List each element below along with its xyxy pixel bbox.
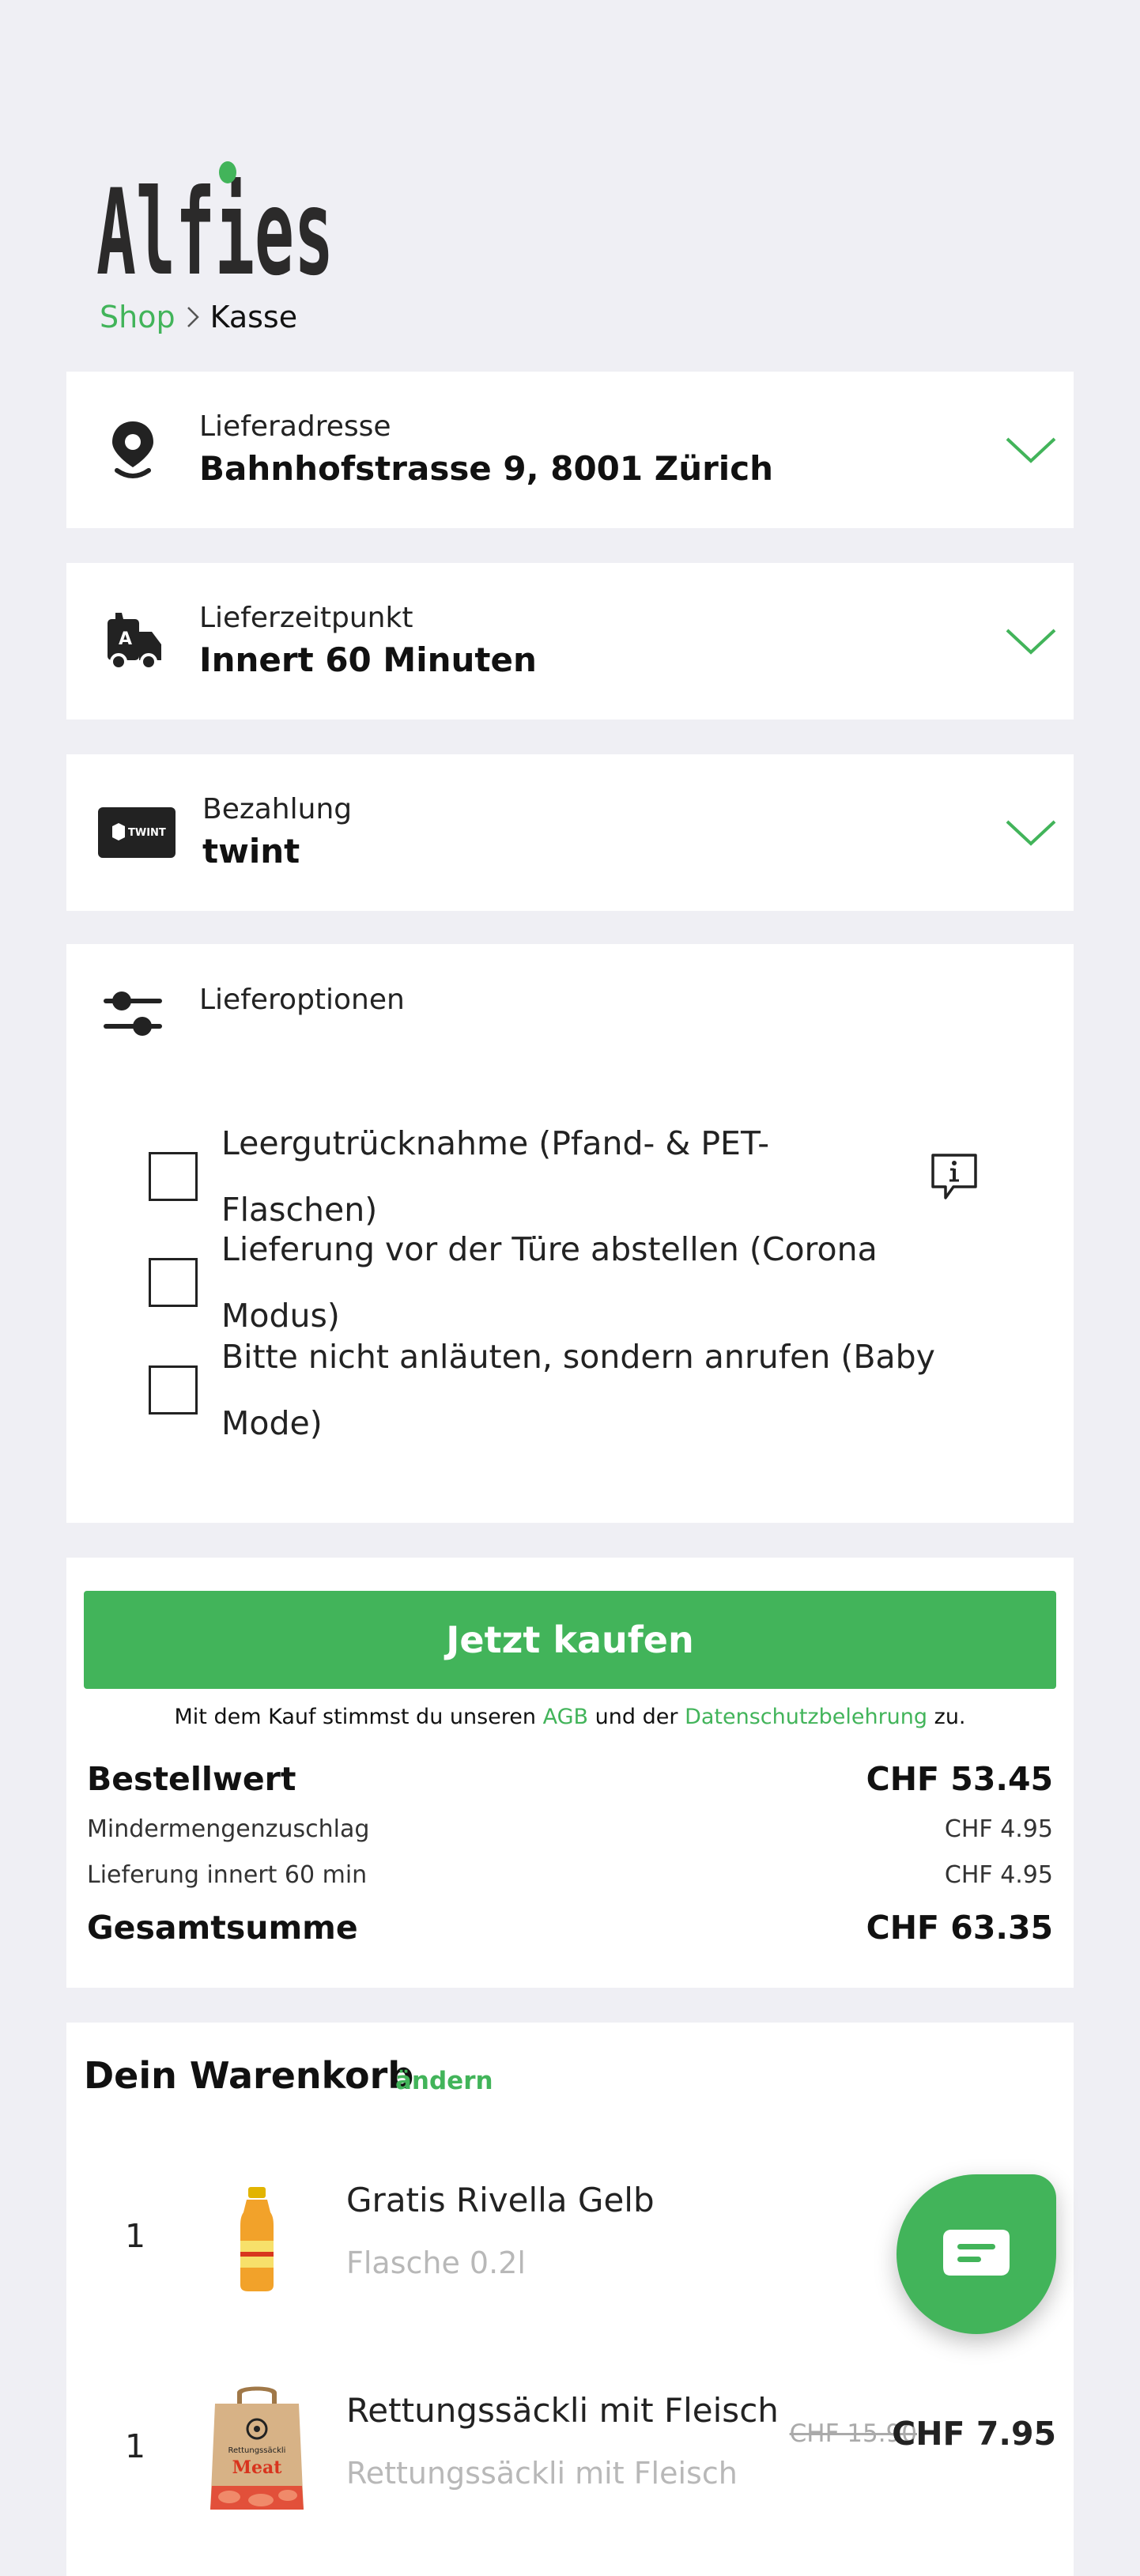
surcharge-label: Mindermengenzuschlag (87, 1815, 370, 1843)
item-subtitle: Flasche 0.2l (346, 2246, 526, 2280)
delivery-options-title: Lieferoptionen (199, 984, 405, 1016)
empties-return-checkbox[interactable] (149, 1152, 198, 1201)
info-bubble-icon[interactable] (930, 1152, 979, 1201)
twint-logo-icon: TWINT (98, 807, 176, 858)
delivery-van-icon: A (108, 613, 161, 670)
no-ring-checkbox[interactable] (149, 1365, 198, 1415)
alfies-logo[interactable]: Alfies (95, 158, 340, 285)
chat-support-button[interactable] (897, 2174, 1056, 2334)
delivery-fee-label: Lieferung innert 60 min (87, 1861, 368, 1889)
delivery-time-text: Lieferzeitpunkt Innert 60 Minuten (199, 599, 537, 683)
breadcrumb: Shop Kasse (100, 297, 297, 337)
item-name: Gratis Rivella Gelb (346, 2181, 655, 2219)
delivery-fee-amount: CHF 4.95 (944, 1861, 1053, 1889)
svg-text:Alfies: Alfies (96, 164, 334, 285)
address-label: Lieferadresse (199, 410, 391, 443)
breadcrumb-current: Kasse (210, 300, 298, 334)
item-subtitle: Rettungssäckli mit Fleisch (346, 2456, 738, 2491)
order-value-row: Bestellwert CHF 53.45 (87, 1760, 1053, 1798)
terms-suffix: zu. (934, 1705, 966, 1729)
item-price: CHF 7.95 (892, 2415, 1056, 2453)
surcharge-row: Mindermengenzuschlag CHF 4.95 (87, 1815, 1053, 1843)
delivery-time-value: Innert 60 Minuten (199, 640, 537, 679)
delivery-options-card: Lieferoptionen Leergutrücknahme (Pfand- … (66, 944, 1074, 1523)
order-value-amount: CHF 53.45 (866, 1760, 1053, 1798)
payment-selector[interactable]: TWINT Bezahlung twint (66, 754, 1074, 911)
chevron-down-icon[interactable] (1004, 434, 1058, 466)
svg-text:Rettungssäckli: Rettungssäckli (228, 2446, 286, 2455)
no-ring-label[interactable]: Bitte nicht anläuten, sondern anrufen (B… (221, 1324, 955, 1456)
terms-notice: Mit dem Kauf stimmst du unseren AGB und … (66, 1705, 1074, 1729)
breadcrumb-shop-link[interactable]: Shop (100, 300, 176, 334)
header: Alfies Shop Kasse (0, 0, 1140, 364)
agb-link[interactable]: AGB (543, 1705, 588, 1729)
doorstep-checkbox[interactable] (149, 1258, 198, 1307)
total-amount: CHF 63.35 (866, 1909, 1053, 1947)
cart-edit-link[interactable]: ändern (395, 2067, 493, 2095)
chevron-down-icon[interactable] (1004, 625, 1058, 657)
item-name: Rettungssäckli mit Fleisch (346, 2391, 779, 2430)
privacy-policy-link[interactable]: Datenschutzbelehrung (685, 1705, 927, 1729)
sliders-icon (104, 991, 162, 1036)
payment-value: twint (202, 832, 300, 871)
payment-label: Bezahlung (202, 793, 353, 825)
chat-bubble-icon (943, 2230, 1010, 2276)
checkout-summary-card: Jetzt kaufen Mit dem Kauf stimmst du uns… (66, 1558, 1074, 1988)
product-image-paper-bag: Rettungssäckli Meat (210, 2386, 304, 2510)
svg-text:A: A (119, 629, 132, 649)
cart-item: 1 Rettungssäckli Meat Rettungssäckli mit… (66, 2367, 1074, 2525)
terms-middle: und der (595, 1705, 678, 1729)
option-row-no-ring[interactable]: Bitte nicht anläuten, sondern anrufen (B… (149, 1324, 955, 1456)
address-value: Bahnhofstrasse 9, 8001 Zürich (199, 449, 773, 488)
delivery-time-selector[interactable]: A Lieferzeitpunkt Innert 60 Minuten (66, 563, 1074, 720)
delivery-address-selector[interactable]: Lieferadresse Bahnhofstrasse 9, 8001 Zür… (66, 372, 1074, 528)
product-image-bottle (240, 2187, 274, 2291)
address-text: Lieferadresse Bahnhofstrasse 9, 8001 Zür… (199, 408, 773, 492)
cart-title: Dein Warenkorb (84, 2054, 414, 2097)
buy-now-button[interactable]: Jetzt kaufen (84, 1591, 1056, 1689)
delivery-time-label: Lieferzeitpunkt (199, 602, 413, 634)
payment-text: Bezahlung twint (202, 791, 352, 874)
chevron-down-icon[interactable] (1004, 817, 1058, 848)
svg-text:TWINT: TWINT (128, 827, 166, 839)
surcharge-amount: CHF 4.95 (944, 1815, 1053, 1843)
item-quantity: 1 (125, 2427, 146, 2465)
chevron-right-icon (187, 307, 199, 327)
total-row: Gesamtsumme CHF 63.35 (87, 1909, 1053, 1947)
item-quantity: 1 (125, 2217, 146, 2255)
order-value-label: Bestellwert (87, 1760, 296, 1798)
svg-text:Meat: Meat (232, 2457, 283, 2478)
total-label: Gesamtsumme (87, 1909, 358, 1947)
delivery-fee-row: Lieferung innert 60 min CHF 4.95 (87, 1861, 1053, 1889)
terms-prefix: Mit dem Kauf stimmst du unseren (174, 1705, 537, 1729)
location-pin-icon (112, 421, 153, 478)
